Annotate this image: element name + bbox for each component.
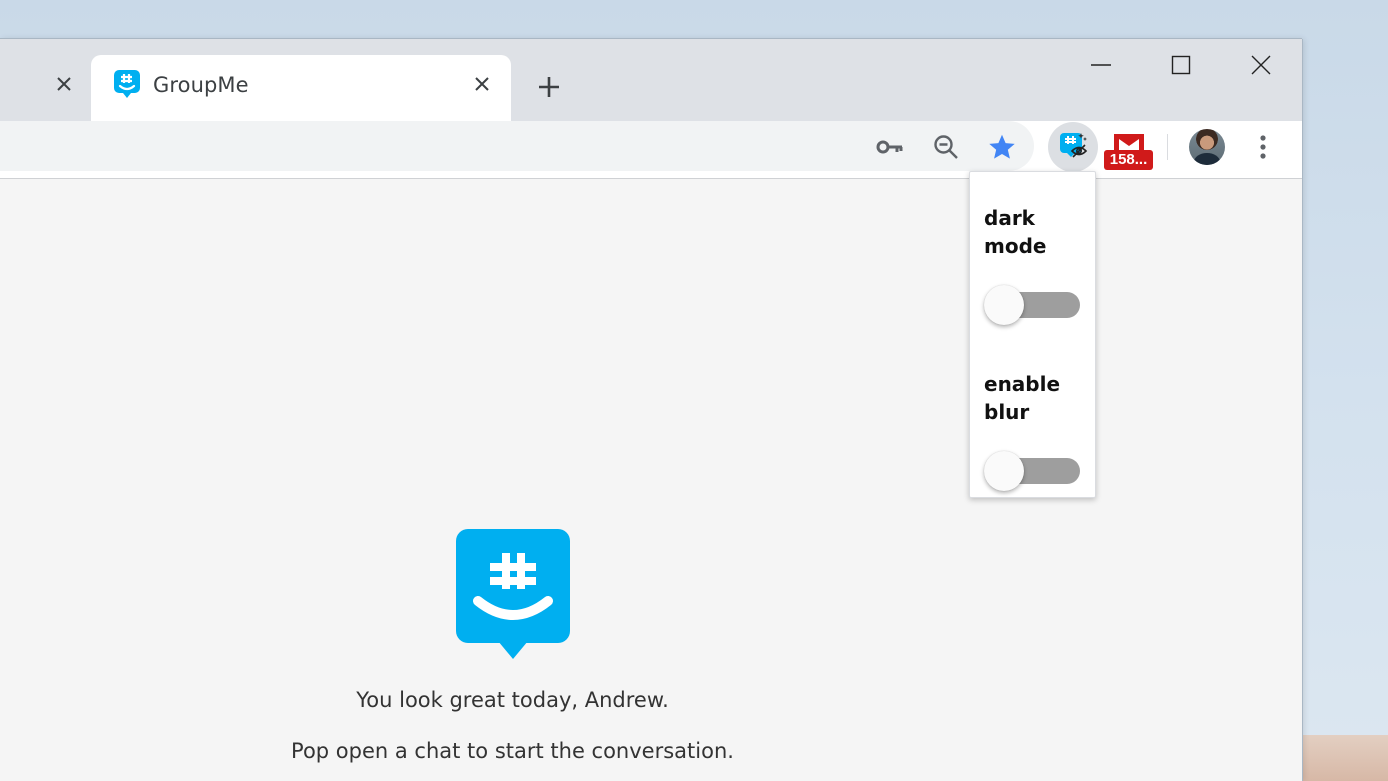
- page-content: You look great today, Andrew. Pop open a…: [0, 180, 1302, 781]
- toggle-thumb: [984, 451, 1024, 491]
- minimize-button[interactable]: [1089, 53, 1113, 77]
- maximize-icon: [1171, 55, 1191, 75]
- key-icon[interactable]: [875, 132, 905, 162]
- more-menu-button[interactable]: [1250, 132, 1276, 162]
- close-icon: [1251, 55, 1271, 75]
- enable-blur-label: enable blur: [984, 372, 1061, 424]
- maximize-button[interactable]: [1169, 53, 1193, 77]
- gmail-extension-button[interactable]: 158...: [1104, 132, 1154, 172]
- dark-mode-toggle[interactable]: [984, 279, 1080, 325]
- extension-popup: dark mode enable blur: [969, 171, 1096, 498]
- groupme-extension-icon: [1060, 133, 1088, 158]
- browser-toolbar: 158...: [0, 121, 1302, 179]
- greeting-text: You look great today, Andrew.: [356, 688, 669, 712]
- close-window-button[interactable]: [1249, 53, 1273, 77]
- enable-blur-toggle[interactable]: [984, 445, 1080, 491]
- plus-icon: [539, 77, 559, 97]
- subtext: Pop open a chat to start the conversatio…: [291, 739, 734, 763]
- tab-title: GroupMe: [153, 73, 249, 97]
- tab-groupme[interactable]: GroupMe: [91, 55, 511, 121]
- star-icon[interactable]: [987, 132, 1017, 162]
- toolbar-divider: [1167, 134, 1168, 160]
- groupme-logo-icon: [456, 529, 570, 659]
- minimize-icon: [1091, 64, 1111, 66]
- dark-mode-label: dark mode: [984, 206, 1047, 258]
- avatar[interactable]: [1189, 129, 1225, 165]
- close-tab-icon[interactable]: [471, 73, 493, 95]
- more-menu-icon: [1260, 135, 1266, 159]
- new-tab-button[interactable]: [534, 72, 564, 102]
- toggle-thumb: [984, 285, 1024, 325]
- desktop-background: [1300, 735, 1388, 781]
- tab-previous[interactable]: [0, 55, 92, 113]
- gmail-unread-badge: 158...: [1104, 150, 1153, 170]
- groupme-favicon-icon: [114, 70, 140, 98]
- tab-strip: GroupMe: [0, 39, 1302, 121]
- zoom-out-icon[interactable]: [931, 132, 961, 162]
- browser-window: GroupMe 158... You look great today, And…: [0, 39, 1302, 781]
- groupme-extension-button[interactable]: [1048, 122, 1098, 172]
- close-tab-icon[interactable]: [53, 73, 75, 95]
